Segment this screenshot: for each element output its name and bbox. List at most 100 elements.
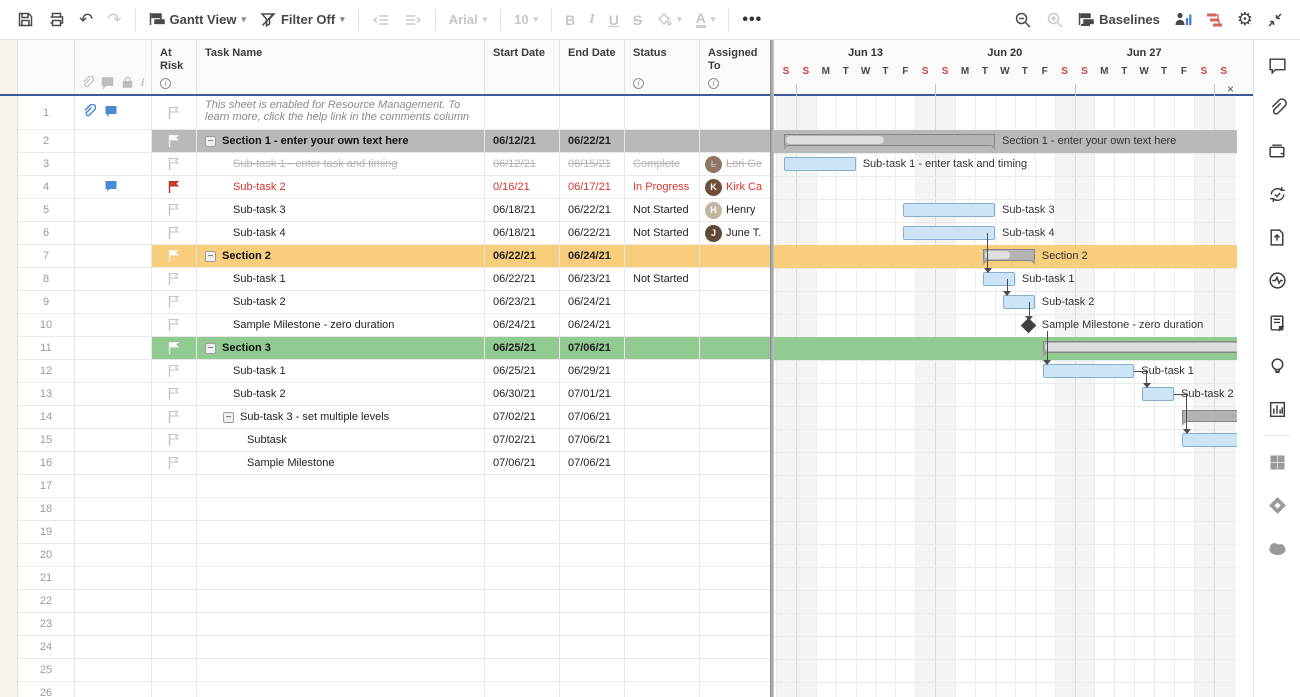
zoom-in-button[interactable] bbox=[1039, 7, 1071, 33]
start-date-cell[interactable] bbox=[485, 521, 560, 544]
row-number[interactable]: 6 bbox=[18, 222, 75, 245]
status-cell[interactable] bbox=[625, 521, 700, 544]
at-risk-flag-icon[interactable] bbox=[168, 272, 180, 286]
end-date-cell[interactable] bbox=[560, 96, 625, 130]
end-date-cell[interactable]: 07/06/21 bbox=[560, 406, 625, 429]
at-risk-cell[interactable] bbox=[152, 682, 197, 697]
status-cell[interactable] bbox=[625, 590, 700, 613]
start-date-cell[interactable] bbox=[485, 96, 560, 130]
end-date-cell[interactable] bbox=[560, 682, 625, 697]
end-date-cell[interactable]: 06/22/21 bbox=[560, 130, 625, 153]
start-date-cell[interactable]: 06/22/21 bbox=[485, 268, 560, 291]
status-cell[interactable] bbox=[625, 613, 700, 636]
assigned-to-cell[interactable] bbox=[700, 96, 770, 130]
end-date-cell[interactable]: 07/06/21 bbox=[560, 452, 625, 475]
filter-button[interactable]: Filter Off ▾ bbox=[253, 8, 352, 31]
task-name-cell[interactable] bbox=[197, 636, 485, 659]
at-risk-flag-icon[interactable] bbox=[168, 157, 180, 171]
assigned-to-cell[interactable] bbox=[700, 659, 770, 682]
at-risk-cell[interactable] bbox=[152, 406, 197, 429]
row-number[interactable]: 4 bbox=[18, 176, 75, 199]
close-gantt-icon[interactable]: × bbox=[1227, 83, 1234, 95]
row-number[interactable]: 23 bbox=[18, 613, 75, 636]
assigned-to-cell[interactable] bbox=[700, 268, 770, 291]
at-risk-cell[interactable] bbox=[152, 452, 197, 475]
task-name-cell[interactable]: Sub-task 1 - enter task and timing bbox=[197, 153, 485, 176]
zoom-out-button[interactable] bbox=[1007, 7, 1039, 33]
start-date-cell[interactable] bbox=[485, 544, 560, 567]
start-date-cell[interactable]: 06/30/21 bbox=[485, 383, 560, 406]
end-date-cell[interactable] bbox=[560, 544, 625, 567]
gantt-task-bar[interactable] bbox=[903, 226, 995, 240]
at-risk-cell[interactable] bbox=[152, 590, 197, 613]
gantt-task-bar[interactable] bbox=[1003, 295, 1035, 309]
info-icon[interactable]: i bbox=[708, 78, 719, 89]
row-number[interactable]: 2 bbox=[18, 130, 75, 153]
end-date-cell[interactable]: 06/17/21 bbox=[560, 176, 625, 199]
end-date-cell[interactable] bbox=[560, 590, 625, 613]
start-date-cell[interactable]: 06/25/21 bbox=[485, 337, 560, 360]
assigned-to-cell[interactable]: LLori Ge bbox=[700, 153, 770, 176]
sidebar-update-requests-icon[interactable] bbox=[1266, 183, 1288, 205]
end-date-cell[interactable]: 06/24/21 bbox=[560, 291, 625, 314]
status-cell[interactable] bbox=[625, 452, 700, 475]
collapse-toggle[interactable]: − bbox=[223, 412, 234, 423]
task-name-cell[interactable]: Sub-task 2 bbox=[197, 291, 485, 314]
row-number[interactable]: 12 bbox=[18, 360, 75, 383]
task-name-cell[interactable]: Sub-task 1 bbox=[197, 268, 485, 291]
indicator-comment[interactable] bbox=[104, 179, 118, 196]
task-name-cell[interactable] bbox=[197, 521, 485, 544]
at-risk-cell[interactable] bbox=[152, 383, 197, 406]
end-date-cell[interactable] bbox=[560, 475, 625, 498]
assigned-to-cell[interactable] bbox=[700, 521, 770, 544]
gantt-task-bar[interactable] bbox=[784, 157, 856, 171]
start-date-cell[interactable]: 0/16/21 bbox=[485, 176, 560, 199]
outdent-button[interactable] bbox=[365, 9, 397, 31]
start-date-cell[interactable]: 06/18/21 bbox=[485, 222, 560, 245]
assigned-to-cell[interactable] bbox=[700, 383, 770, 406]
header-row-number[interactable] bbox=[18, 40, 75, 94]
at-risk-flag-icon[interactable] bbox=[168, 134, 180, 148]
task-name-cell[interactable] bbox=[197, 590, 485, 613]
at-risk-cell[interactable] bbox=[152, 130, 197, 153]
status-cell[interactable]: Not Started bbox=[625, 199, 700, 222]
at-risk-cell[interactable] bbox=[152, 498, 197, 521]
status-cell[interactable] bbox=[625, 130, 700, 153]
gantt-summary-bar[interactable] bbox=[784, 134, 995, 146]
at-risk-cell[interactable] bbox=[152, 291, 197, 314]
status-cell[interactable] bbox=[625, 337, 700, 360]
at-risk-cell[interactable] bbox=[152, 314, 197, 337]
end-date-cell[interactable] bbox=[560, 636, 625, 659]
status-cell[interactable] bbox=[625, 291, 700, 314]
at-risk-cell[interactable] bbox=[152, 567, 197, 590]
gantt-summary-bar[interactable] bbox=[1182, 410, 1237, 422]
at-risk-cell[interactable] bbox=[152, 659, 197, 682]
start-date-cell[interactable] bbox=[485, 498, 560, 521]
at-risk-cell[interactable] bbox=[152, 429, 197, 452]
assigned-to-cell[interactable] bbox=[700, 429, 770, 452]
end-date-cell[interactable] bbox=[560, 613, 625, 636]
status-cell[interactable] bbox=[625, 245, 700, 268]
at-risk-cell[interactable] bbox=[152, 268, 197, 291]
task-name-cell[interactable] bbox=[197, 544, 485, 567]
start-date-cell[interactable] bbox=[485, 475, 560, 498]
assigned-to-cell[interactable] bbox=[700, 567, 770, 590]
gantt-task-bar[interactable] bbox=[1142, 387, 1174, 401]
assigned-to-cell[interactable] bbox=[700, 245, 770, 268]
row-number[interactable]: 16 bbox=[18, 452, 75, 475]
task-name-cell[interactable] bbox=[197, 659, 485, 682]
row-number[interactable]: 15 bbox=[18, 429, 75, 452]
status-cell[interactable] bbox=[625, 360, 700, 383]
header-at-risk[interactable]: At Risk i bbox=[152, 40, 197, 94]
status-cell[interactable] bbox=[625, 636, 700, 659]
at-risk-cell[interactable] bbox=[152, 176, 197, 199]
row-number[interactable]: 8 bbox=[18, 268, 75, 291]
sidebar-brand-diamond-icon[interactable] bbox=[1266, 494, 1288, 516]
end-date-cell[interactable]: 07/06/21 bbox=[560, 429, 625, 452]
row-number[interactable]: 22 bbox=[18, 590, 75, 613]
info-icon[interactable]: i bbox=[633, 78, 644, 89]
redo-button[interactable]: ↷ bbox=[100, 7, 128, 32]
task-name-cell[interactable]: Sample Milestone bbox=[197, 452, 485, 475]
assigned-to-cell[interactable] bbox=[700, 337, 770, 360]
row-number[interactable]: 1 bbox=[18, 96, 75, 130]
